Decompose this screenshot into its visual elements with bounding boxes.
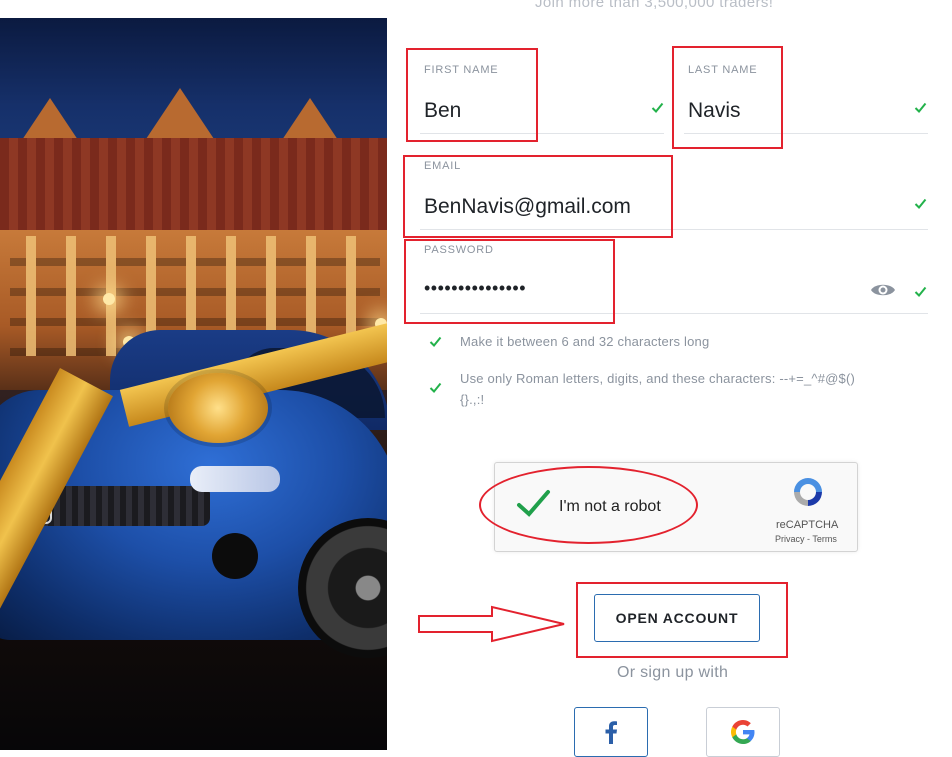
first-name-valid-icon bbox=[651, 101, 664, 114]
car-headlight bbox=[190, 466, 280, 492]
google-icon bbox=[731, 720, 755, 744]
google-signup-button[interactable] bbox=[706, 707, 780, 757]
gift-bow bbox=[168, 373, 268, 443]
rule-met-icon bbox=[429, 381, 442, 394]
or-sign-up-text: Or sign up with bbox=[617, 664, 729, 681]
rule-met-icon bbox=[429, 335, 442, 348]
email-valid-icon bbox=[914, 197, 927, 210]
eye-icon[interactable] bbox=[870, 280, 896, 300]
first-name-highlight bbox=[406, 48, 538, 142]
arrow-annotation-icon bbox=[416, 605, 576, 643]
recaptcha-highlight bbox=[479, 466, 698, 544]
rule-characters-cont: {}.,:! bbox=[460, 392, 485, 407]
password-highlight bbox=[404, 239, 615, 324]
car-fog-light bbox=[212, 533, 258, 579]
street-lamp bbox=[103, 293, 115, 305]
facebook-icon bbox=[605, 721, 617, 744]
facebook-signup-button[interactable] bbox=[574, 707, 648, 757]
password-valid-icon bbox=[914, 285, 927, 298]
rule-characters: Use only Roman letters, digits, and thes… bbox=[460, 371, 856, 386]
recaptcha-brand: reCAPTCHA bbox=[776, 519, 839, 531]
open-account-highlight bbox=[576, 582, 788, 658]
last-name-valid-icon bbox=[914, 101, 927, 114]
recaptcha-logo-icon bbox=[791, 475, 825, 509]
rule-length: Make it between 6 and 32 characters long bbox=[460, 334, 710, 349]
recaptcha-links[interactable]: Privacy - Terms bbox=[775, 534, 837, 544]
building-roof bbox=[0, 138, 387, 233]
last-name-highlight bbox=[672, 46, 783, 149]
promo-image bbox=[0, 18, 387, 750]
email-highlight bbox=[403, 155, 673, 238]
tagline: Join more than 3,500,000 traders! bbox=[535, 0, 774, 11]
